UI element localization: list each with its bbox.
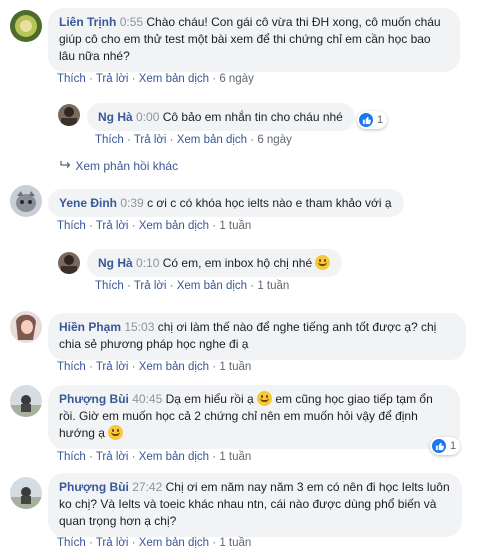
comment-actions: Thích · Trả lời · Xem bản dịch · 1 tuần <box>57 220 252 232</box>
timestamp[interactable]: 0:55 <box>120 15 143 29</box>
comment-age[interactable]: 1 tuần <box>257 280 289 292</box>
comment-bubble: Liên Trịnh 0:55 Chào cháu! Con gái cô vừ… <box>48 8 460 72</box>
avatar[interactable] <box>10 385 42 417</box>
reply-link[interactable]: Trả lời <box>96 220 129 232</box>
like-link[interactable]: Thích <box>95 280 124 292</box>
commenter-name[interactable]: Phượng Bùi <box>59 392 129 406</box>
comment-age[interactable]: 1 tuần <box>219 220 251 232</box>
more-replies-link[interactable]: Xem phản hồi khác <box>60 159 178 173</box>
comment-age[interactable]: 1 tuần <box>219 451 251 463</box>
avatar[interactable] <box>10 311 42 343</box>
translate-link[interactable]: Xem bản dịch <box>139 220 209 232</box>
comment-bubble: Phượng Bùi 40:45 Dạ em hiểu rồi ạ em cũn… <box>48 385 460 449</box>
smiley-emoji-icon <box>108 425 124 440</box>
reply-arrow-icon <box>60 159 72 173</box>
commenter-name[interactable]: Hiền Phạm <box>59 320 121 334</box>
comment-actions: Thích · Trả lời · Xem bản dịch · 1 tuần <box>57 537 252 549</box>
comment-text: c ơi c có khóa học ielts nào e tham khảo… <box>147 196 392 210</box>
timestamp[interactable]: 15:03 <box>124 320 154 334</box>
smiley-emoji-icon <box>315 255 331 270</box>
comment-text: Dạ em hiểu rồi ạ <box>165 392 254 406</box>
comment-text: Chào cháu! Con gái cô vừa thi ĐH xong, c… <box>59 15 441 63</box>
avatar[interactable] <box>58 104 80 126</box>
comment-age[interactable]: 1 tuần <box>219 361 251 373</box>
reply-link[interactable]: Trả lời <box>96 451 129 463</box>
reply-link[interactable]: Trả lời <box>134 280 167 292</box>
translate-link[interactable]: Xem bản dịch <box>139 73 209 85</box>
comment-text: Có em, em inbox hộ chị nhé <box>162 256 313 270</box>
comment-actions: Thích · Trả lời · Xem bản dịch · 1 tuần <box>57 361 252 373</box>
comment-bubble: Hiền Phạm 15:03 chị ơi làm thế nào để ng… <box>48 313 466 360</box>
comment-age[interactable]: 1 tuần <box>219 537 251 549</box>
reaction-count[interactable]: 1 <box>430 437 461 455</box>
comment-actions: Thích · Trả lời · Xem bản dịch · 1 tuần <box>57 451 252 463</box>
like-link[interactable]: Thích <box>95 134 124 146</box>
timestamp[interactable]: 40:45 <box>132 392 162 406</box>
smiley-emoji-icon <box>257 391 272 406</box>
commenter-name[interactable]: Ng Hà <box>98 256 133 270</box>
commenter-name[interactable]: Ng Hà <box>98 110 133 124</box>
reply-link[interactable]: Trả lời <box>96 537 129 549</box>
commenter-name[interactable]: Liên Trịnh <box>59 15 116 29</box>
commenter-name[interactable]: Phượng Bùi <box>59 480 129 494</box>
commenter-name[interactable]: Yene Đinh <box>59 196 117 210</box>
comment-actions: Thích · Trả lời · Xem bản dịch · 6 ngày <box>57 73 254 85</box>
translate-link[interactable]: Xem bản dịch <box>139 361 209 373</box>
avatar[interactable] <box>10 185 42 217</box>
reply-link[interactable]: Trả lời <box>96 73 129 85</box>
like-link[interactable]: Thích <box>57 361 86 373</box>
thumbs-up-icon <box>359 113 373 127</box>
reply-link[interactable]: Trả lời <box>134 134 167 146</box>
translate-link[interactable]: Xem bản dịch <box>139 451 209 463</box>
like-link[interactable]: Thích <box>57 537 86 549</box>
comment-bubble: Phượng Bùi 27:42 Chị ơi em năm nay năm 3… <box>48 473 462 537</box>
comment-age[interactable]: 6 ngày <box>219 73 254 85</box>
timestamp[interactable]: 0:39 <box>120 196 143 210</box>
translate-link[interactable]: Xem bản dịch <box>177 134 247 146</box>
timestamp[interactable]: 27:42 <box>132 480 162 494</box>
avatar[interactable] <box>58 252 80 274</box>
comment-bubble: Yene Đinh 0:39 c ơi c có khóa học ielts … <box>48 189 404 217</box>
like-link[interactable]: Thích <box>57 73 86 85</box>
timestamp[interactable]: 0:00 <box>136 110 159 124</box>
like-link[interactable]: Thích <box>57 220 86 232</box>
comment-actions: Thích · Trả lời · Xem bản dịch · 1 tuần <box>95 280 290 292</box>
reply-link[interactable]: Trả lời <box>96 361 129 373</box>
comment-actions: Thích · Trả lời · Xem bản dịch · 6 ngày <box>95 134 292 146</box>
comment-text: Cô bảo em nhắn tin cho cháu nhé <box>162 110 343 124</box>
translate-link[interactable]: Xem bản dịch <box>139 537 209 549</box>
timestamp[interactable]: 0:10 <box>136 256 159 270</box>
reaction-count[interactable]: 1 <box>357 111 388 129</box>
like-link[interactable]: Thích <box>57 451 86 463</box>
thumbs-up-icon <box>432 439 446 453</box>
avatar[interactable] <box>10 477 42 509</box>
comment-age[interactable]: 6 ngày <box>257 134 292 146</box>
translate-link[interactable]: Xem bản dịch <box>177 280 247 292</box>
reply-bubble: Ng Hà 0:00 Cô bảo em nhắn tin cho cháu n… <box>87 103 355 131</box>
reply-bubble: Ng Hà 0:10 Có em, em inbox hộ chị nhé <box>87 249 343 277</box>
avatar[interactable] <box>10 10 42 42</box>
